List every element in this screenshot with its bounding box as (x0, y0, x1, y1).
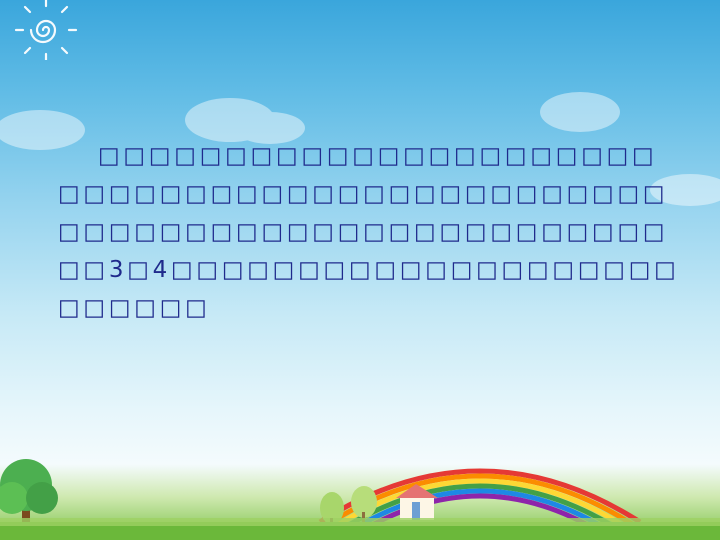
body-paragraph: □□□□□□□□□□□□□□□□□□□□□□□□□□□□□□□□□□□□□□□□… (58, 143, 680, 321)
sun-spiral-icon (14, 0, 78, 60)
tree-icon (0, 459, 58, 528)
landscape-decoration (0, 459, 720, 540)
slide-canvas: □□□□□□□□□□□□□□□□□□□□□□□□□□□□□□□□□□□□□□□□… (0, 0, 720, 540)
